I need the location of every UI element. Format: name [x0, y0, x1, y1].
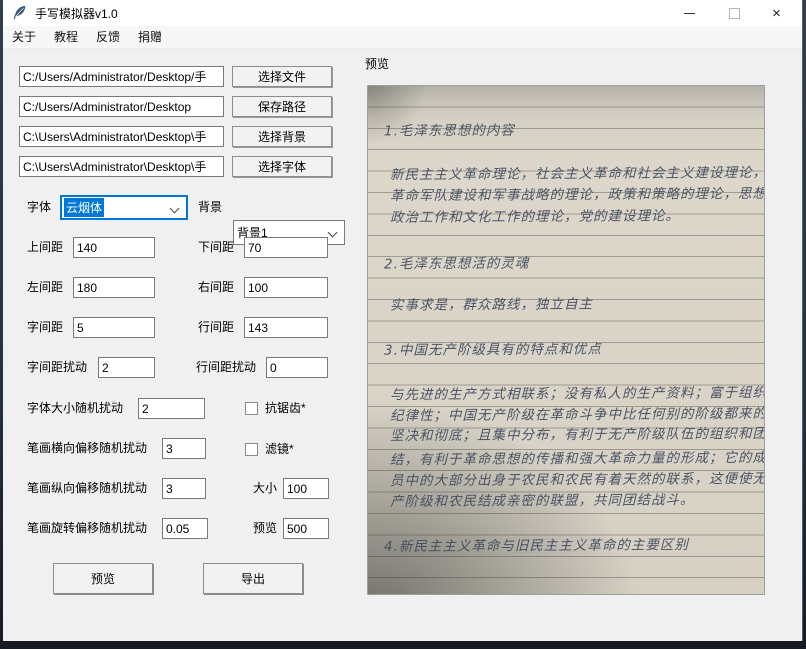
left-margin-input[interactable] — [73, 277, 155, 298]
line-spacing-input[interactable] — [244, 317, 328, 338]
line-spacing-jitter-label: 行间距扰动 — [196, 357, 256, 378]
chevron-down-icon — [328, 228, 338, 238]
background-path-input[interactable] — [19, 126, 224, 147]
stroke-rotation-jitter-input[interactable] — [162, 518, 208, 539]
app-window: 手写模拟器v1.0 × 关于 教程 反馈 捐赠 选择文件 保存路径 选择背景 选… — [3, 0, 803, 641]
export-button[interactable]: 导出 — [203, 563, 303, 594]
title-bar[interactable]: 手写模拟器v1.0 × — [3, 0, 802, 26]
size-label: 大小 — [253, 478, 277, 499]
line-spacing-jitter-input[interactable] — [266, 357, 328, 378]
handwriting-line: 员中的大部分出身于农民和农民有着天然的联系，这便使无 — [390, 467, 764, 489]
right-margin-input[interactable] — [244, 277, 328, 298]
close-button[interactable]: × — [754, 0, 799, 26]
char-spacing-input[interactable] — [73, 317, 155, 338]
font-select-label: 字体 — [27, 197, 51, 218]
handwriting-line: 3.中国无产阶级具有的特点和优点 — [384, 337, 602, 358]
handwriting-line: 产阶级和农民结成亲密的联盟，共同团结战斗。 — [390, 488, 695, 510]
handwriting-line: 坚决和彻底；且集中分布，有利于无产阶级队伍的组织和团 — [390, 422, 764, 444]
left-margin-label: 左间距 — [27, 277, 63, 298]
bottom-margin-input[interactable] — [244, 237, 328, 258]
minimize-button[interactable] — [667, 0, 712, 26]
handwriting-paper: 1.毛泽东思想的内容 新民主主义革命理论，社会主义革命和社会主义建设理论， 革命… — [368, 86, 764, 594]
stroke-rotation-jitter-label: 笔画旋转偏移随机扰动 — [27, 518, 147, 539]
stroke-vertical-jitter-input[interactable] — [162, 478, 206, 499]
line-spacing-label: 行间距 — [198, 317, 234, 338]
font-size-jitter-label: 字体大小随机扰动 — [27, 398, 123, 419]
background-select-label: 背景 — [198, 197, 222, 218]
font-size-jitter-input[interactable] — [138, 398, 205, 419]
handwriting-line: 与先进的生产方式相联系；没有私人的生产资料；富于组织 — [390, 381, 764, 403]
file-path-input[interactable] — [19, 66, 224, 87]
stroke-vertical-jitter-label: 笔画纵向偏移随机扰动 — [27, 478, 147, 499]
menu-bar: 关于 教程 反馈 捐赠 — [3, 26, 802, 49]
top-margin-input[interactable] — [73, 237, 155, 258]
preview-image: 1.毛泽东思想的内容 新民主主义革命理论，社会主义革命和社会主义建设理论， 革命… — [367, 85, 765, 595]
maximize-button[interactable] — [712, 0, 757, 26]
save-path-button[interactable]: 保存路径 — [232, 96, 332, 117]
antialias-checkbox-label: 抗锯齿* — [265, 398, 306, 419]
font-select-value: 云烟体 — [64, 198, 104, 217]
handwriting-line: 新民主主义革命理论，社会主义革命和社会主义建设理论， — [390, 161, 764, 183]
bottom-margin-label: 下间距 — [198, 237, 234, 258]
preview-button[interactable]: 预览 — [53, 563, 153, 594]
window-title: 手写模拟器v1.0 — [35, 5, 118, 22]
stroke-horizontal-jitter-label: 笔画横向偏移随机扰动 — [27, 438, 147, 459]
antialias-checkbox[interactable] — [245, 402, 258, 415]
menu-feedback[interactable]: 反馈 — [87, 26, 129, 48]
feather-icon — [11, 5, 27, 21]
char-spacing-label: 字间距 — [27, 317, 63, 338]
handwriting-line: 1.毛泽东思想的内容 — [384, 119, 515, 140]
handwriting-line: 4.新民主主义革命与旧民主主义革命的主要区别 — [384, 533, 689, 555]
menu-donate[interactable]: 捐赠 — [129, 26, 171, 48]
chevron-down-icon — [170, 204, 180, 214]
font-select[interactable]: 云烟体 — [60, 195, 188, 220]
preview-pane-label: 预览 — [365, 54, 389, 75]
handwriting-line: 实事求是，群众路线，独立自主 — [390, 292, 593, 313]
char-spacing-jitter-input[interactable] — [98, 357, 155, 378]
handwriting-line: 2.毛泽东思想活的灵魂 — [384, 252, 530, 273]
filter-checkbox-label: 滤镜* — [265, 439, 294, 460]
choose-background-button[interactable]: 选择背景 — [232, 126, 332, 147]
top-margin-label: 上间距 — [27, 237, 63, 258]
minimize-icon — [684, 13, 695, 14]
preview-size-input[interactable] — [283, 518, 329, 539]
handwriting-line: 纪律性；中国无产阶级在革命斗争中比任何别的阶级都来的 — [390, 402, 764, 424]
save-path-input[interactable] — [19, 96, 224, 117]
right-margin-label: 右间距 — [198, 277, 234, 298]
handwriting-line: 结，有利于革命思想的传播和强大革命力量的形成；它的成 — [390, 446, 764, 468]
maximize-icon — [729, 8, 740, 19]
font-path-input[interactable] — [19, 156, 224, 177]
choose-file-button[interactable]: 选择文件 — [232, 66, 332, 87]
filter-checkbox[interactable] — [245, 443, 258, 456]
char-spacing-jitter-label: 字间距扰动 — [27, 357, 87, 378]
menu-about[interactable]: 关于 — [3, 26, 45, 48]
menu-tutorial[interactable]: 教程 — [45, 26, 87, 48]
preview-size-label: 预览 — [253, 518, 277, 539]
handwriting-line: 革命军队建设和军事战略的理论，政策和策略的理论，思想 — [390, 182, 764, 204]
size-input[interactable] — [283, 478, 329, 499]
stroke-horizontal-jitter-input[interactable] — [162, 438, 206, 459]
choose-font-button[interactable]: 选择字体 — [232, 156, 332, 177]
handwriting-line: 政治工作和文化工作的理论，党的建设理论。 — [390, 204, 680, 226]
